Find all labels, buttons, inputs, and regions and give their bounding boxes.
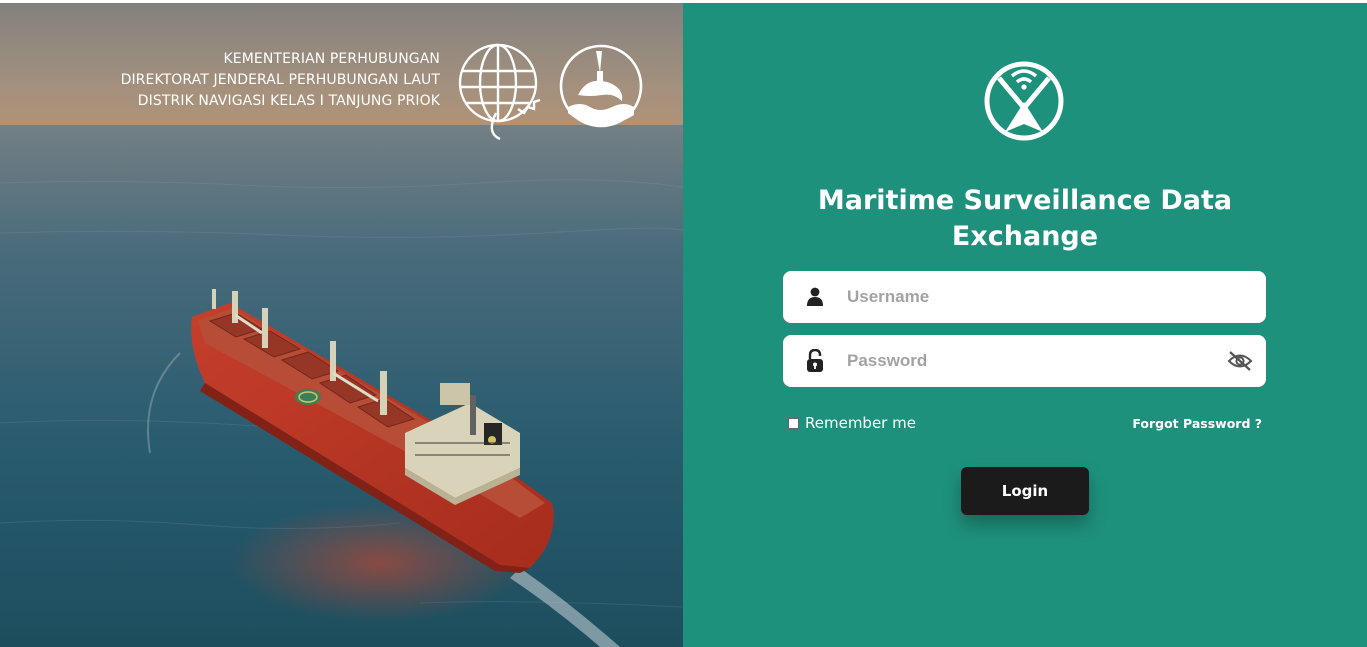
login-page: KEMENTERIAN PERHUBUNGAN DIREKTORAT JENDE… bbox=[0, 3, 1367, 647]
hero-image: KEMENTERIAN PERHUBUNGAN DIREKTORAT JENDE… bbox=[0, 3, 683, 647]
forgot-password-link[interactable]: Forgot Password ? bbox=[1132, 416, 1262, 431]
password-input[interactable] bbox=[847, 335, 1214, 387]
password-field[interactable] bbox=[783, 335, 1266, 387]
ministry-header: KEMENTERIAN PERHUBUNGAN DIREKTORAT JENDE… bbox=[0, 49, 440, 112]
remember-me[interactable]: Remember me bbox=[788, 414, 916, 432]
app-title: Maritime Surveillance Data Exchange bbox=[817, 185, 1233, 252]
district-line: DISTRIK NAVIGASI KELAS I TANJUNG PRIOK bbox=[137, 93, 440, 109]
dolphin-torch-emblem-icon bbox=[559, 44, 643, 128]
remember-label: Remember me bbox=[805, 414, 916, 432]
globe-emblem-icon bbox=[458, 43, 541, 141]
remember-checkbox[interactable] bbox=[788, 417, 799, 429]
ministry-line: KEMENTERIAN PERHUBUNGAN bbox=[223, 51, 440, 67]
directorate-line: DIREKTORAT JENDERAL PERHUBUNGAN LAUT bbox=[120, 72, 440, 88]
wifi-compass-logo-icon bbox=[984, 61, 1064, 141]
username-field[interactable] bbox=[783, 271, 1266, 323]
lock-icon bbox=[783, 349, 847, 373]
login-button[interactable]: Login bbox=[961, 467, 1089, 515]
user-icon bbox=[783, 287, 847, 307]
eye-slash-icon[interactable] bbox=[1214, 351, 1266, 371]
username-input[interactable] bbox=[847, 271, 1266, 323]
login-panel: Maritime Surveillance Data Exchange User… bbox=[683, 3, 1367, 647]
